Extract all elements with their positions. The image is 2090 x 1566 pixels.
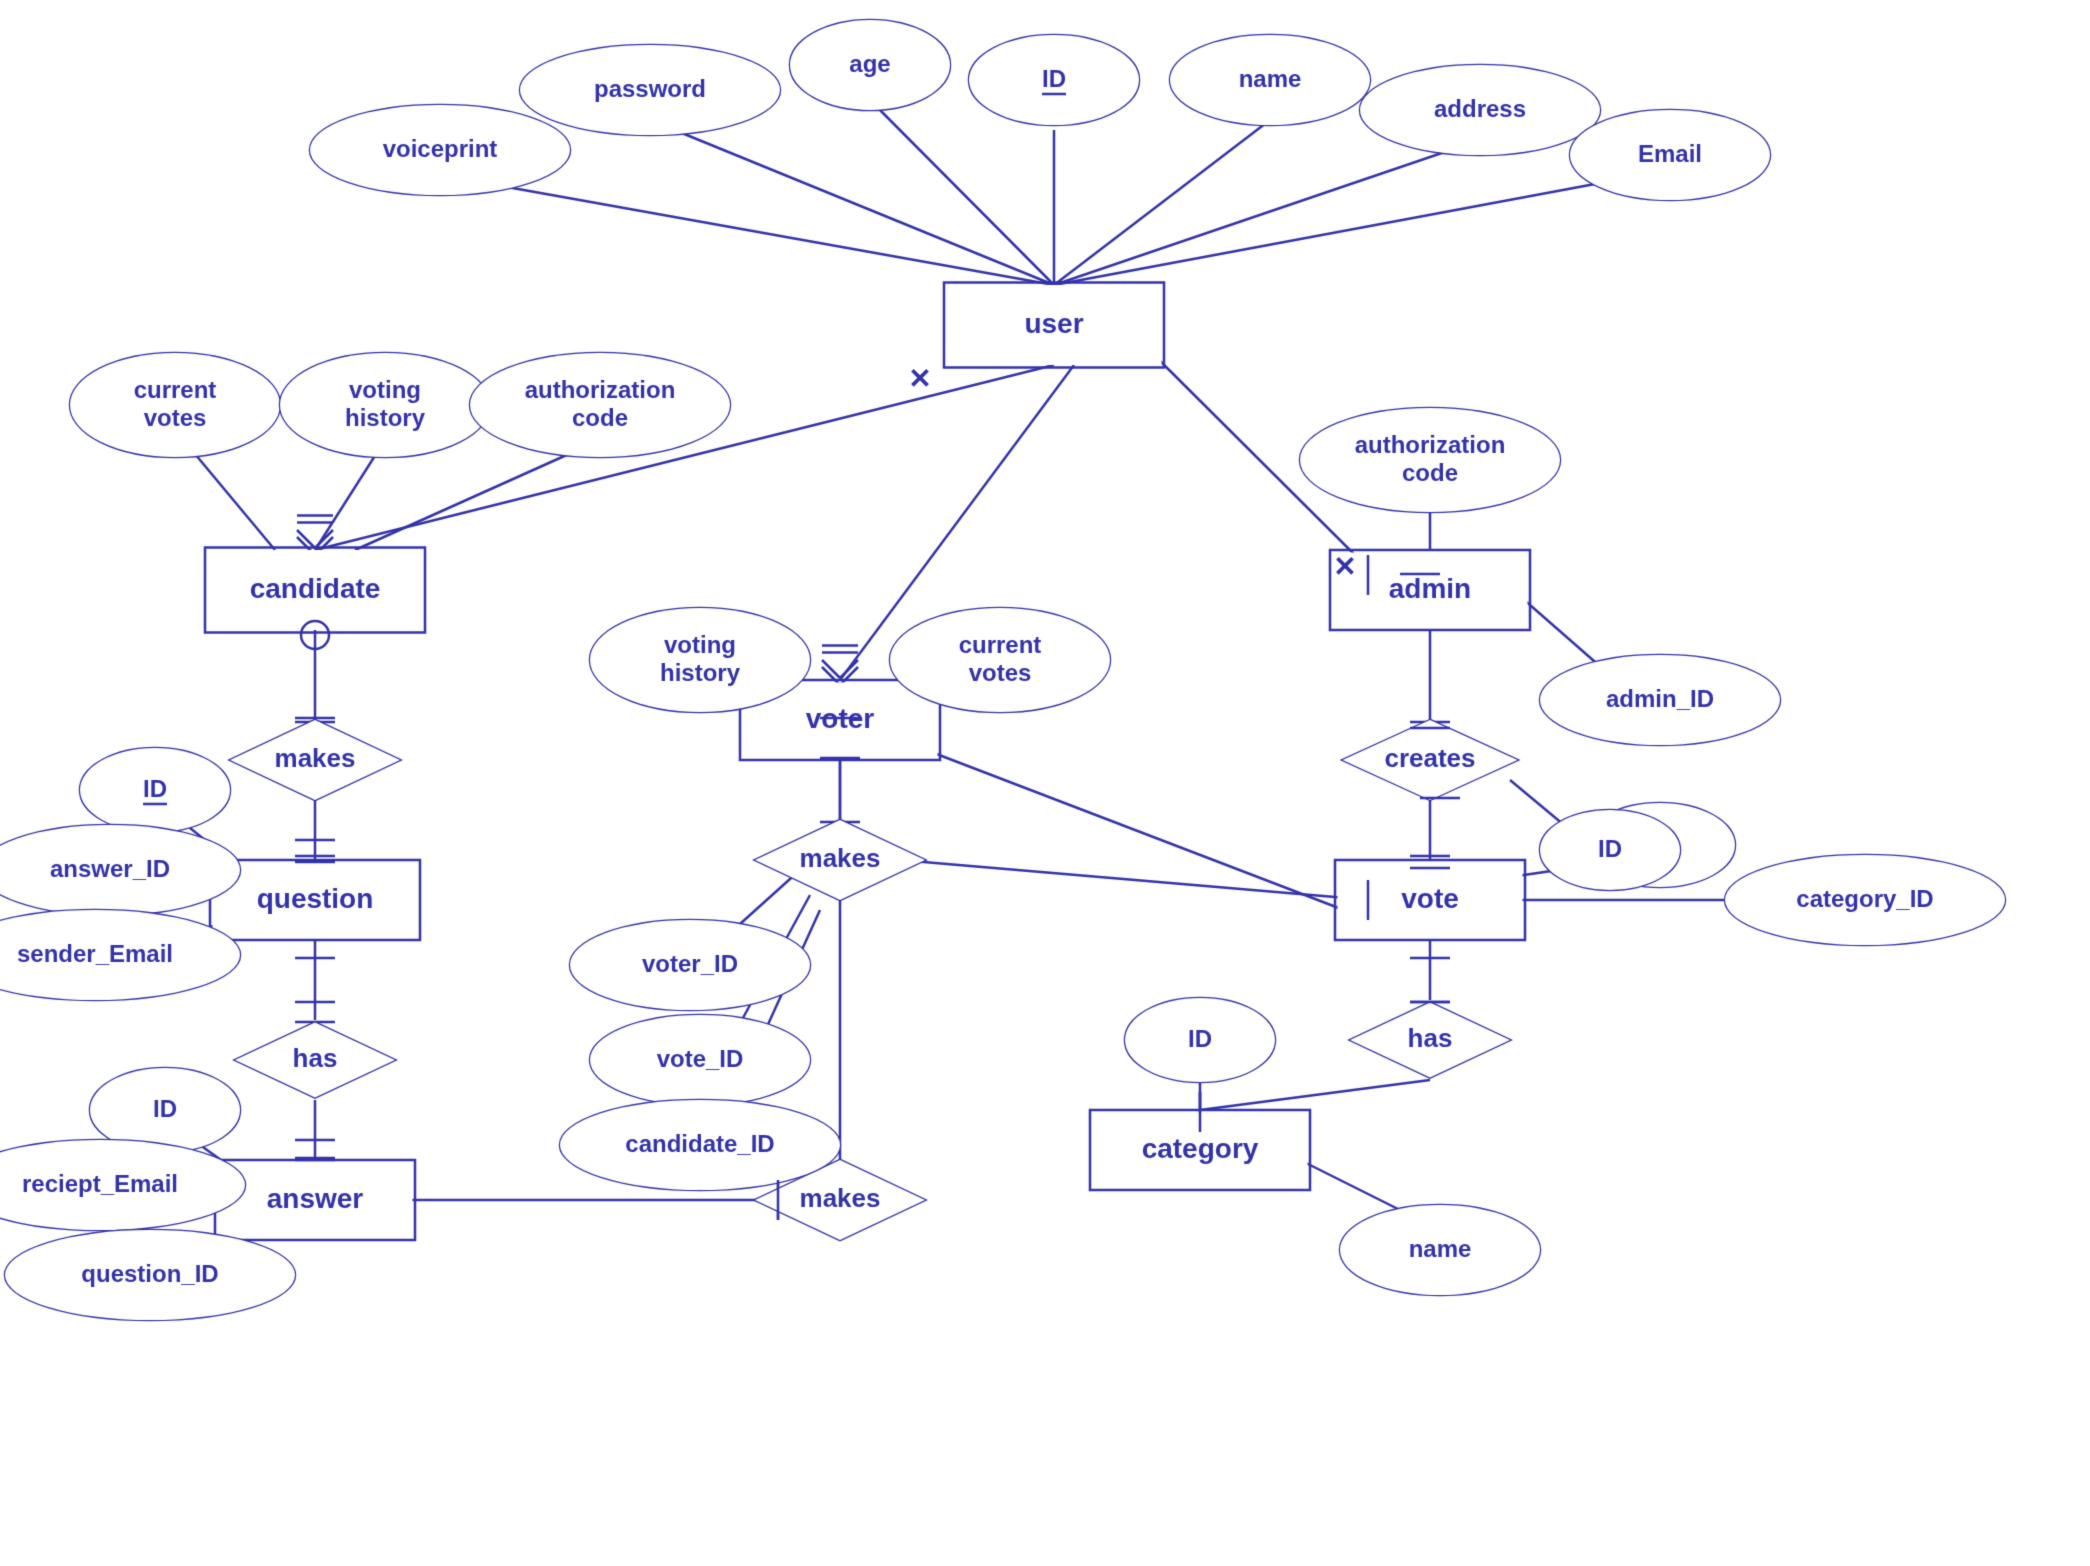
er-diagram bbox=[0, 0, 2090, 1566]
